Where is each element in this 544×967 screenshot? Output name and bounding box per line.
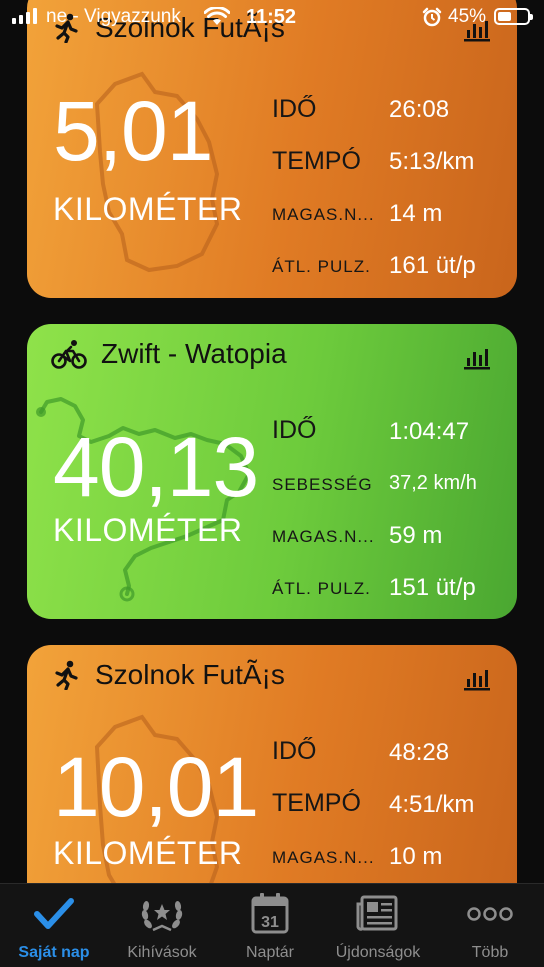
stat-value: 14 m	[389, 200, 443, 227]
tab-calendar[interactable]: 31 Naptár	[216, 884, 324, 967]
stat-label: TEMPÓ	[272, 789, 361, 817]
checkmark-icon	[34, 898, 74, 929]
battery-percent: 45%	[448, 6, 487, 27]
distance-unit: KILOMÉTER	[53, 191, 243, 227]
stat-label: ÁTL. PULZ.	[272, 579, 371, 598]
stat-label: MAGAS.N...	[272, 205, 375, 224]
stat-value: 5:13/km	[389, 148, 475, 175]
distance-value: 10,01	[53, 740, 259, 834]
tab-more[interactable]: Több	[436, 884, 544, 967]
stat-label: TEMPÓ	[272, 147, 361, 175]
calendar-day: 31	[261, 914, 279, 931]
distance-value: 40,13	[53, 420, 259, 514]
wifi-icon	[204, 7, 230, 25]
stat-value: 4:51/km	[389, 791, 475, 818]
stat-value: 59 m	[389, 522, 443, 549]
stat-label: IDŐ	[272, 416, 317, 444]
stat-value: 151 üt/p	[389, 574, 476, 601]
activity-title: Szolnok FutÃ¡s	[95, 659, 285, 690]
status-bar: ne - Vigyazzunk 11:52 45%	[0, 0, 544, 36]
tab-bar: Saját nap Kihívások 31 Naptár Újdonságok…	[0, 883, 544, 967]
laurel-icon	[141, 901, 183, 932]
stat-label: MAGAS.N...	[272, 848, 375, 867]
clock: 11:52	[246, 6, 297, 28]
stats-chart-icon[interactable]	[463, 667, 491, 691]
tab-label: Kihívások	[127, 944, 197, 961]
stat-label: ÁTL. PULZ.	[272, 257, 371, 276]
news-icon	[356, 895, 398, 931]
tab-news[interactable]: Újdonságok	[324, 884, 432, 967]
stat-value: 37,2 km/h	[389, 472, 477, 494]
distance-value: 5,01	[53, 84, 213, 178]
alarm-icon	[422, 7, 442, 27]
cycling-icon	[51, 340, 87, 369]
stat-label: MAGAS.N...	[272, 527, 375, 546]
more-icon	[467, 907, 513, 921]
stats-chart-icon[interactable]	[463, 346, 491, 370]
tab-label: Saját nap	[18, 944, 90, 961]
stat-value: 10 m	[389, 843, 443, 870]
stat-value: 48:28	[389, 739, 450, 766]
tab-label: Naptár	[245, 944, 295, 961]
carrier-name: ne - Vigyazzunk	[46, 6, 181, 27]
tab-label: Újdonságok	[335, 944, 421, 961]
running-icon	[55, 660, 78, 690]
battery-icon	[494, 8, 533, 25]
stat-value: 1:04:47	[389, 418, 470, 445]
stat-value: 26:08	[389, 96, 450, 123]
signal-icon	[12, 8, 37, 24]
tab-label: Több	[471, 944, 509, 961]
activity-card[interactable]: Zwift - Watopia 40,13 KILOMÉTER IDŐ 1:04…	[27, 324, 517, 619]
tab-my-day[interactable]: Saját nap	[0, 884, 108, 967]
activity-title: Zwift - Watopia	[101, 338, 287, 369]
stat-value: 161 üt/p	[389, 252, 476, 279]
tab-challenges[interactable]: Kihívások	[108, 884, 216, 967]
calendar-icon: 31	[251, 893, 289, 934]
activity-card[interactable]: Szolnok FutÃ¡s 5,01 KILOMÉTER IDŐ 26:08 …	[27, 0, 517, 298]
distance-unit: KILOMÉTER	[53, 835, 243, 871]
distance-unit: KILOMÉTER	[53, 512, 243, 548]
stat-label: SEBESSÉG	[272, 475, 373, 494]
stat-label: IDŐ	[272, 737, 317, 765]
stat-label: IDŐ	[272, 95, 317, 123]
